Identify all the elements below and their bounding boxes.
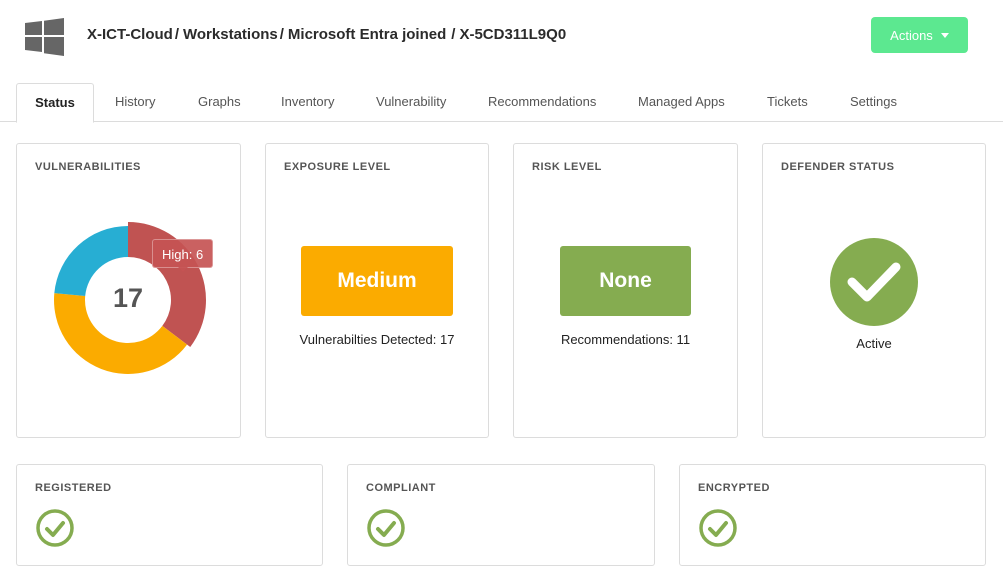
breadcrumb-item-subgroup[interactable]: Microsoft Entra joined (288, 26, 446, 43)
card-title: COMPLIANT (366, 482, 436, 494)
tab-status[interactable]: Status (16, 83, 94, 123)
tab-vulnerability[interactable]: Vulnerability (376, 83, 446, 122)
breadcrumb-item-group[interactable]: Workstations (183, 26, 278, 43)
tab-recommendations[interactable]: Recommendations (488, 83, 596, 122)
risk-level-badge: None (560, 246, 691, 316)
tab-graphs[interactable]: Graphs (198, 83, 241, 122)
actions-label: Actions (890, 27, 933, 43)
tab-managed-apps[interactable]: Managed Apps (638, 83, 725, 122)
actions-dropdown-button[interactable]: Actions (871, 17, 968, 53)
chart-tooltip: High: 6 (152, 239, 214, 272)
check-circle-icon (36, 509, 74, 547)
registered-card: REGISTERED (16, 464, 323, 566)
encrypted-card: ENCRYPTED (679, 464, 986, 566)
card-title: DEFENDER STATUS (781, 161, 895, 173)
recommendations-count-text: Recommendations: 11 (560, 332, 691, 347)
windows-logo-icon (25, 18, 64, 56)
vulnerabilities-card: VULNERABILITIES 17 High: 6 (16, 143, 241, 438)
vulnerabilities-detected-text: Vulnerabilties Detected: 17 (299, 332, 455, 347)
breadcrumb-item-device: X-5CD311L9Q0 (459, 26, 567, 43)
tab-settings[interactable]: Settings (850, 83, 897, 122)
tab-inventory[interactable]: Inventory (281, 83, 334, 122)
tab-tickets[interactable]: Tickets (767, 83, 808, 122)
check-circle-icon (367, 509, 405, 547)
card-title: ENCRYPTED (698, 482, 770, 494)
tab-history[interactable]: History (115, 83, 155, 122)
breadcrumb-separator: / (174, 26, 179, 43)
card-title: REGISTERED (35, 482, 112, 494)
card-title: RISK LEVEL (532, 161, 602, 173)
card-title: EXPOSURE LEVEL (284, 161, 391, 173)
breadcrumb-item-tenant[interactable]: X-ICT-Cloud (87, 26, 173, 43)
breadcrumb: X-ICT-Cloud / Workstations / Microsoft Entra… (87, 26, 566, 43)
compliant-card: COMPLIANT (347, 464, 655, 566)
breadcrumb-separator: / (279, 26, 284, 43)
check-circle-filled-icon (830, 238, 918, 326)
donut-center-total: 17 (112, 283, 144, 313)
exposure-level-card: EXPOSURE LEVEL Medium Vulnerabilties Det… (265, 143, 489, 438)
risk-level-card: RISK LEVEL None Recommendations: 11 (513, 143, 738, 438)
defender-status-card: DEFENDER STATUS Active (762, 143, 986, 438)
check-circle-icon (699, 509, 737, 547)
exposure-level-badge: Medium (301, 246, 453, 316)
tab-bar: Status History Graphs Inventory Vulnerab… (0, 83, 1003, 123)
caret-down-icon (940, 33, 949, 38)
breadcrumb-separator: / (451, 26, 456, 43)
defender-status-text: Active (856, 336, 892, 351)
